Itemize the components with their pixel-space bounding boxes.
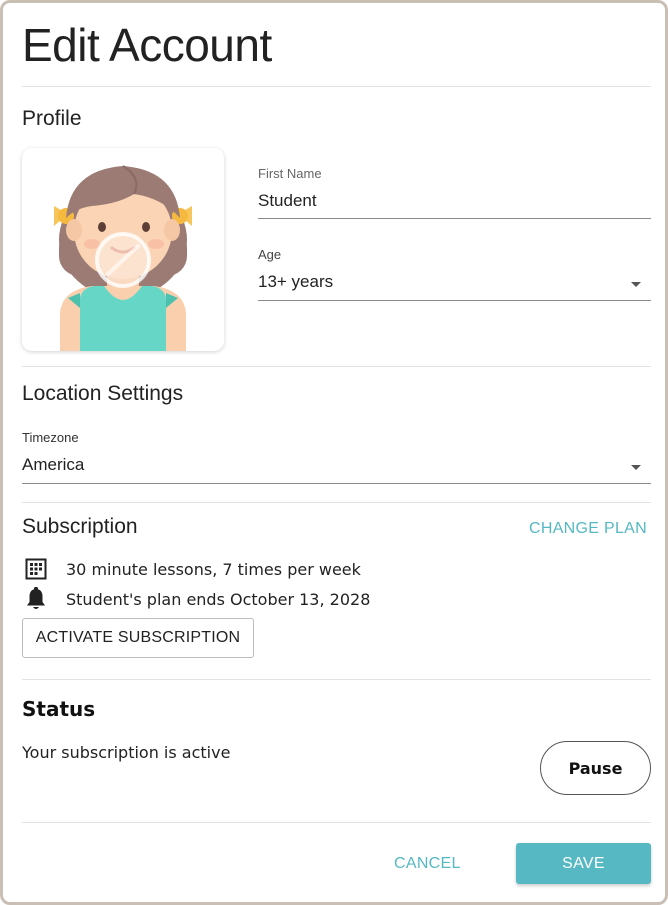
girl-avatar-icon — [54, 165, 192, 351]
age-underline — [258, 300, 651, 301]
lessons-row: 30 minute lessons, 7 times per week — [22, 557, 361, 581]
divider — [22, 86, 651, 87]
divider — [22, 679, 651, 680]
location-heading: Location Settings — [22, 382, 184, 405]
lessons-text: 30 minute lessons, 7 times per week — [66, 559, 361, 579]
first-name-label: First Name — [258, 166, 322, 181]
save-button[interactable]: SAVE — [516, 843, 651, 884]
age-label: Age — [258, 247, 282, 262]
timezone-select[interactable]: America — [22, 454, 84, 476]
timezone-underline — [22, 483, 651, 484]
activate-subscription-button[interactable]: ACTIVATE SUBSCRIPTION — [22, 618, 254, 658]
timezone-label: Timezone — [22, 430, 79, 445]
status-heading: Status — [22, 697, 96, 721]
subscription-heading: Subscription — [22, 515, 138, 538]
plan-end-row: Student's plan ends October 13, 2028 — [22, 587, 370, 611]
divider — [22, 502, 651, 503]
status-text: Your subscription is active — [22, 743, 231, 762]
divider — [22, 366, 651, 367]
chevron-down-icon[interactable] — [631, 282, 641, 287]
avatar[interactable] — [22, 148, 224, 351]
divider — [22, 822, 651, 823]
page-title: Edit Account — [22, 19, 272, 71]
age-select[interactable]: 13+ years — [258, 271, 333, 293]
edit-account-dialog: Edit Account Profile First Name Student … — [0, 0, 668, 905]
cancel-button[interactable]: CANCEL — [394, 854, 461, 874]
chevron-down-icon[interactable] — [631, 465, 641, 470]
change-plan-button[interactable]: CHANGE PLAN — [529, 519, 647, 539]
pause-button[interactable]: Pause — [540, 741, 651, 795]
first-name-underline — [258, 218, 651, 219]
first-name-field[interactable]: Student — [258, 190, 317, 212]
profile-heading: Profile — [22, 107, 82, 130]
bell-icon — [22, 587, 50, 611]
plan-end-text: Student's plan ends October 13, 2028 — [66, 589, 371, 609]
calendar-icon — [22, 557, 50, 581]
